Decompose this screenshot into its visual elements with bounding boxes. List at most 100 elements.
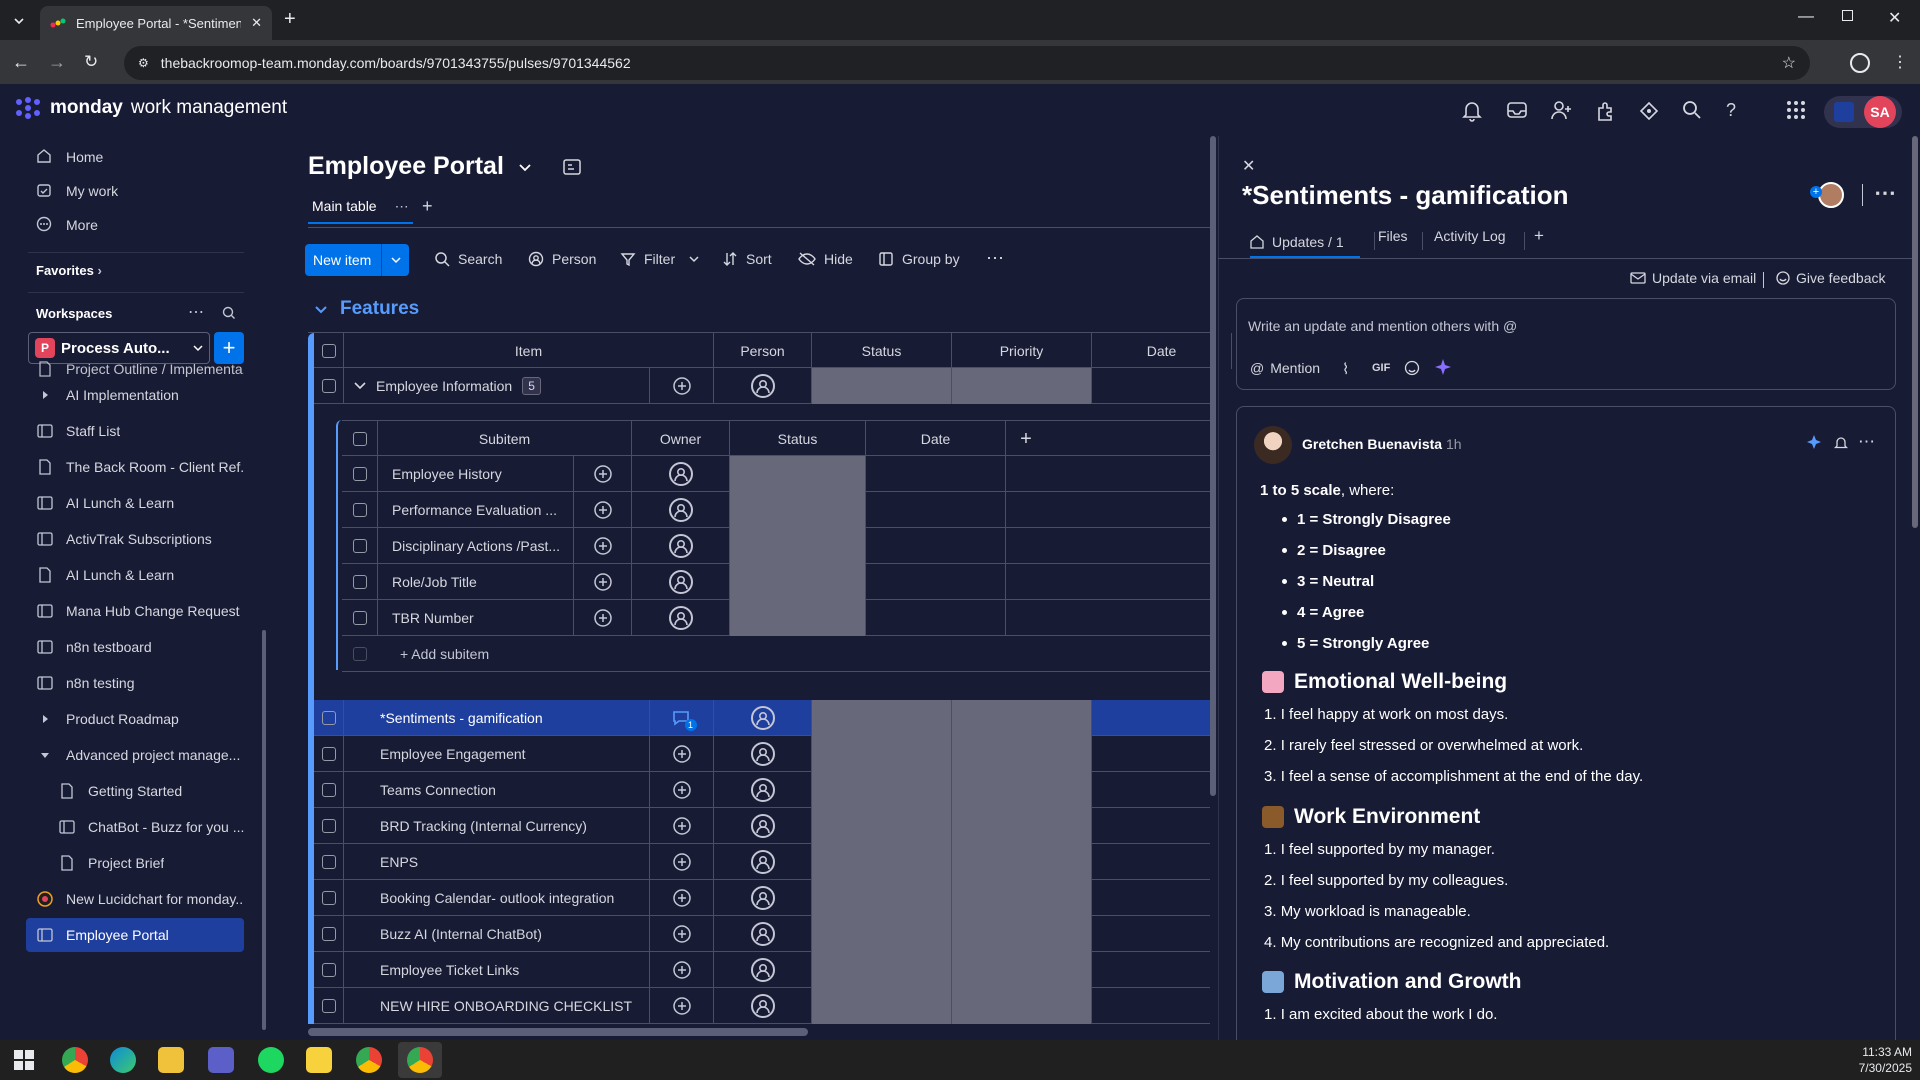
priority-cell[interactable]	[952, 916, 1092, 952]
priority-cell[interactable]	[952, 772, 1092, 808]
item-name-cell[interactable]: BRD Tracking (Internal Currency)	[344, 808, 650, 844]
gif-button[interactable]: GIF	[1372, 362, 1390, 374]
status-cell[interactable]	[812, 700, 952, 736]
date-cell[interactable]	[866, 492, 1006, 528]
row-checkbox[interactable]	[352, 575, 367, 589]
date-cell[interactable]	[1092, 952, 1210, 988]
tab-updates[interactable]: Updates / 1	[1250, 228, 1360, 258]
sidebar-item-activtrak-subscriptions[interactable]: ActivTrak Subscriptions	[26, 522, 244, 556]
more-toolbar-options-icon[interactable]: ⋯	[986, 248, 1004, 269]
workspace-options-icon[interactable]: ⋯	[188, 302, 204, 322]
date-cell[interactable]	[866, 456, 1006, 492]
date-cell[interactable]	[1092, 844, 1210, 880]
workspace-search-icon[interactable]	[222, 306, 236, 320]
subitem-row[interactable]: Employee History	[342, 456, 1210, 492]
add-update-icon[interactable]	[672, 852, 692, 872]
table-row[interactable]: BRD Tracking (Internal Currency)	[308, 808, 1210, 844]
row-checkbox[interactable]	[321, 344, 336, 358]
sidebar-item-product-roadmap[interactable]: Product Roadmap	[26, 702, 244, 736]
sidebar-item-n8n-testing[interactable]: n8n testing	[26, 666, 244, 700]
add-column-icon[interactable]: +	[1006, 421, 1046, 457]
group-header-features[interactable]: Features	[314, 298, 419, 320]
add-update-icon[interactable]	[593, 608, 613, 628]
date-cell[interactable]	[866, 528, 1006, 564]
table-row[interactable]: *Sentiments - gamification 1	[308, 700, 1210, 736]
subitem-row[interactable]: TBR Number	[342, 600, 1210, 636]
ai-sparkle-icon[interactable]	[1806, 434, 1822, 450]
subitem-column-header[interactable]: Owner	[632, 421, 730, 457]
date-cell[interactable]	[1092, 916, 1210, 952]
column-header[interactable]: Status	[812, 333, 952, 369]
person-avatar-icon[interactable]	[668, 534, 693, 558]
status-cell[interactable]	[812, 808, 952, 844]
subitem-name-cell[interactable]: Performance Evaluation ...	[378, 492, 574, 528]
owner-cell[interactable]	[632, 456, 730, 492]
sidebar-item-project-brief[interactable]: Project Brief	[48, 846, 244, 880]
person-filter-button[interactable]: Person	[528, 244, 596, 274]
minimize-icon[interactable]: —	[1798, 8, 1814, 26]
sidebar-scrollbar[interactable]	[262, 630, 266, 1030]
item-name-cell[interactable]: *Sentiments - gamification	[344, 700, 650, 736]
priority-cell[interactable]	[952, 736, 1092, 772]
priority-cell[interactable]	[952, 880, 1092, 916]
row-checkbox[interactable]	[321, 999, 336, 1013]
row-checkbox[interactable]	[321, 819, 336, 833]
table-row[interactable]: NEW HIRE ONBOARDING CHECKLIST	[308, 988, 1210, 1024]
windows-start-icon[interactable]	[14, 1050, 34, 1070]
notifications-bell-icon[interactable]	[1462, 100, 1486, 124]
add-update-icon[interactable]	[672, 996, 692, 1016]
ai-assistant-icon[interactable]	[1638, 100, 1662, 124]
add-update-icon[interactable]	[672, 744, 692, 764]
file-explorer-taskbar-icon[interactable]	[158, 1047, 184, 1073]
user-avatar[interactable]: SA	[1864, 96, 1896, 128]
updates-cell[interactable]	[650, 736, 714, 772]
row-checkbox[interactable]	[321, 379, 336, 393]
updates-cell[interactable]	[574, 492, 632, 528]
sidebar-item-chatbot-buzz-for-you[interactable]: ChatBot - Buzz for you ...	[48, 810, 244, 844]
sidebar-item-ai-lunch-learn[interactable]: AI Lunch & Learn	[26, 558, 244, 592]
mention-button[interactable]: @ Mention	[1250, 360, 1320, 376]
add-update-icon[interactable]	[672, 816, 692, 836]
updates-cell[interactable]	[650, 808, 714, 844]
owner-cell[interactable]	[632, 564, 730, 600]
tab-main-table[interactable]: Main table ⋯	[308, 196, 413, 224]
person-avatar-icon[interactable]	[750, 706, 775, 730]
view-options-icon[interactable]: ⋯	[395, 198, 409, 220]
subitem-column-header[interactable]: Date	[866, 421, 1006, 457]
post-bell-icon[interactable]	[1834, 435, 1848, 451]
person-cell[interactable]	[714, 808, 812, 844]
close-window-icon[interactable]: ✕	[1888, 8, 1901, 28]
row-checkbox[interactable]	[352, 432, 367, 446]
subitem-row[interactable]: Disciplinary Actions /Past...	[342, 528, 1210, 564]
add-update-icon[interactable]	[672, 780, 692, 800]
person-avatar-icon[interactable]	[668, 606, 693, 630]
edge-taskbar-icon[interactable]	[110, 1047, 136, 1073]
add-update-icon[interactable]	[593, 536, 613, 556]
emoji-icon[interactable]	[1404, 360, 1420, 376]
person-avatar-icon[interactable]	[668, 570, 693, 594]
person-cell[interactable]	[714, 880, 812, 916]
status-cell[interactable]	[812, 952, 952, 988]
column-header[interactable]: Item	[344, 333, 714, 369]
person-cell[interactable]	[714, 844, 812, 880]
subscribers-avatar[interactable]	[1818, 182, 1844, 208]
column-header[interactable]: Person	[714, 333, 812, 369]
priority-cell[interactable]	[952, 844, 1092, 880]
updates-cell[interactable]	[574, 600, 632, 636]
chrome-active-taskbar-icon[interactable]	[407, 1047, 433, 1073]
owner-cell[interactable]	[632, 528, 730, 564]
owner-cell[interactable]	[632, 600, 730, 636]
person-avatar-icon[interactable]	[750, 958, 775, 982]
priority-cell[interactable]	[952, 988, 1092, 1024]
person-cell[interactable]	[714, 772, 812, 808]
person-cell[interactable]	[714, 916, 812, 952]
item-name-cell[interactable]: Employee Information 5	[344, 368, 650, 404]
status-cell[interactable]	[730, 600, 866, 636]
sidebar-item-home[interactable]: Home	[26, 140, 246, 174]
collapse-subitems-icon[interactable]	[354, 382, 366, 390]
priority-cell[interactable]	[952, 700, 1092, 736]
add-view-icon[interactable]: +	[422, 196, 433, 217]
item-name-cell[interactable]: NEW HIRE ONBOARDING CHECKLIST	[344, 988, 650, 1024]
subitem-row[interactable]: Role/Job Title	[342, 564, 1210, 600]
attach-icon[interactable]: ⌇	[1342, 360, 1349, 378]
